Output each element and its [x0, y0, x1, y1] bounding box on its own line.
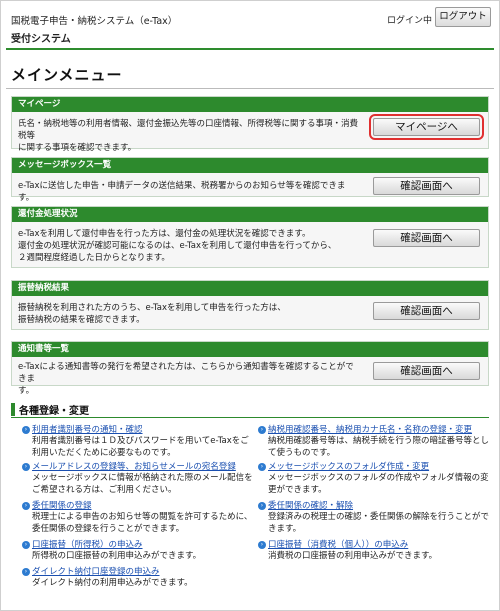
message-box-confirm-button[interactable]: 確認画面へ — [373, 177, 480, 195]
arrow-right-icon: › — [258, 541, 266, 549]
registration-item: › ダイレクト納付口座登録の申込み ダイレクト納付の利用申込みができます。 — [22, 566, 254, 590]
registration-description: メッセージボックスのフォルダの作成やフォルダ情報の変 更ができます。 — [268, 473, 489, 495]
registration-description: メッセージボックスに情報が格納された際のメール配信を ご希望される方は、ご利用くだ… — [32, 473, 253, 495]
mypage-button[interactable]: マイページへ — [369, 114, 484, 140]
arrow-right-icon: › — [22, 463, 30, 471]
section-title: マイページ — [12, 97, 488, 112]
registration-divider — [11, 417, 489, 418]
section-description: e-Taxを利用して還付申告を行った方は、還付金の処理状況を確認できます。 還付… — [18, 228, 358, 264]
registration-description: 登録済みの税理士の確認・委任関係の解除を行うことがで きます。 — [268, 512, 490, 534]
heading-bar — [11, 403, 15, 416]
description-line: 氏名・納税地等の利用者情報、還付金振込先等の口座情報、所得税等に関する事項・消費… — [18, 119, 359, 141]
registration-description: 納税用確認番号等は、納税手続を行う際の暗証番号等とし て使うものです。 — [268, 436, 490, 458]
section-title: 通知書等一覧 — [12, 342, 488, 357]
header: 国税電子申告・納税システム（e-Tax） 受付システム ログイン中 ログアウト — [0, 0, 500, 50]
registration-description: 消費税の口座振替の利用申込みができます。 — [268, 551, 438, 561]
registration-description: 利用者識別番号は１Ｄ及びパスワードを用いてe-Taxをご 利用いただくために必要な… — [32, 436, 249, 458]
registration-description: 税理士による申告のお知らせ等の閲覧を許可するために、 委任関係の登録を行うことがで… — [32, 512, 253, 534]
system-name: 国税電子申告・納税システム（e-Tax） — [11, 16, 178, 27]
registration-title: 各種登録・変更 — [19, 406, 89, 417]
section-mypage: マイページ 氏名・納税地等の利用者情報、還付金振込先等の口座情報、所得税等に関す… — [11, 96, 489, 153]
login-status: ログイン中 — [387, 16, 433, 26]
payment-pin-link[interactable]: › 納税用確認番号、納税用カナ氏名・名称の登録・変更 — [258, 424, 490, 436]
registration-description: 所得税の口座振替の利用申込みができます。 — [32, 551, 202, 561]
arrow-right-icon: › — [258, 463, 266, 471]
arrow-right-icon: › — [258, 426, 266, 434]
section-transfer-result: 振替納税結果 振替納税を利用された方のうち、e-Taxを利用して申告を行った方は… — [11, 280, 489, 330]
delegation-check-link[interactable]: › 委任関係の確認・解除 — [258, 500, 490, 512]
registration-item: › 口座振替（所得税）の申込み 所得税の口座振替の利用申込みができます。 — [22, 539, 254, 563]
registration-item: › 利用者識別番号の通知・確認 利用者識別番号は１Ｄ及びパスワードを用いてe-Ta… — [22, 424, 254, 459]
section-description: e-Taxによる通知書等の発行を希望された方は、こちらから通知書等を確認すること… — [18, 361, 358, 397]
arrow-right-icon: › — [22, 426, 30, 434]
user-id-notice-link[interactable]: › 利用者識別番号の通知・確認 — [22, 424, 254, 436]
section-description: 振替納税を利用された方のうち、e-Taxを利用して申告を行った方は、 振替納税の… — [18, 302, 358, 326]
income-tax-debit-link[interactable]: › 口座振替（所得税）の申込み — [22, 539, 254, 551]
description-line: ２週間程度経過した日からとなります。 — [18, 253, 170, 263]
section-description: 氏名・納税地等の利用者情報、還付金振込先等の口座情報、所得税等に関する事項・消費… — [18, 118, 358, 154]
registration-header: 各種登録・変更 — [11, 402, 489, 418]
direct-payment-link[interactable]: › ダイレクト納付口座登録の申込み — [22, 566, 254, 578]
header-divider — [6, 48, 494, 50]
registration-item: › 納税用確認番号、納税用カナ氏名・名称の登録・変更 納税用確認番号等は、納税手続… — [258, 424, 490, 459]
consumption-tax-debit-link[interactable]: › 口座振替（消費税（個人））の申込み — [258, 539, 490, 551]
refund-status-confirm-button[interactable]: 確認画面へ — [373, 229, 480, 247]
title-divider — [6, 88, 494, 89]
description-line: e-Taxに送信した申告・申請データの送信結果、税務署からのお知らせ等を確認でき… — [18, 181, 346, 203]
description-line: 振替納税を利用された方のうち、e-Taxを利用して申告を行った方は、 — [18, 303, 286, 313]
arrow-right-icon: › — [258, 502, 266, 510]
email-registration-link[interactable]: › メールアドレスの登録等、お知らせメールの宛名登録 — [22, 461, 254, 473]
subsystem-name: 受付システム — [11, 34, 71, 45]
description-line: に関する事項を確認できます。 — [18, 143, 137, 153]
registration-item: › 口座振替（消費税（個人））の申込み 消費税の口座振替の利用申込みができます。 — [258, 539, 490, 563]
description-line: す。 — [18, 386, 35, 396]
registration-item: › 委任関係の確認・解除 登録済みの税理士の確認・委任関係の解除を行うことがで きま… — [258, 500, 490, 535]
description-line: e-Taxを利用して還付申告を行った方は、還付金の処理状況を確認できます。 — [18, 229, 311, 239]
arrow-right-icon: › — [22, 502, 30, 510]
section-title: メッセージボックス一覧 — [12, 158, 488, 173]
description-line: e-Taxによる通知書等の発行を希望された方は、こちらから通知書等を確認すること… — [18, 362, 354, 384]
section-title: 還付金処理状況 — [12, 207, 488, 222]
logout-button[interactable]: ログアウト — [435, 7, 491, 27]
section-refund-status: 還付金処理状況 e-Taxを利用して還付申告を行った方は、還付金の処理状況を確認… — [11, 206, 489, 268]
registration-item: › 委任関係の登録 税理士による申告のお知らせ等の閲覧を許可するために、 委任関係の… — [22, 500, 254, 535]
delegation-registration-link[interactable]: › 委任関係の登録 — [22, 500, 254, 512]
arrow-right-icon: › — [22, 541, 30, 549]
section-notices: 通知書等一覧 e-Taxによる通知書等の発行を希望された方は、こちらから通知書等… — [11, 341, 489, 396]
message-folder-link[interactable]: › メッセージボックスのフォルダ作成・変更 — [258, 461, 490, 473]
arrow-right-icon: › — [22, 568, 30, 576]
description-line: 還付金の処理状況が確認可能になるのは、e-Taxを利用して還付申告を行ってから、 — [18, 241, 337, 251]
registration-item: › メッセージボックスのフォルダ作成・変更 メッセージボックスのフォルダの作成やフ… — [258, 461, 490, 496]
registration-description: ダイレクト納付の利用申込みができます。 — [32, 578, 193, 588]
description-line: 振替納税の結果を確認できます。 — [18, 315, 145, 325]
notices-confirm-button[interactable]: 確認画面へ — [373, 362, 480, 380]
section-title: 振替納税結果 — [12, 281, 488, 296]
section-message-box: メッセージボックス一覧 e-Taxに送信した申告・申請データの送信結果、税務署か… — [11, 157, 489, 203]
transfer-result-confirm-button[interactable]: 確認画面へ — [373, 302, 480, 320]
page-title: メインメニュー — [11, 66, 123, 84]
section-description: e-Taxに送信した申告・申請データの送信結果、税務署からのお知らせ等を確認でき… — [18, 180, 358, 204]
registration-item: › メールアドレスの登録等、お知らせメールの宛名登録 メッセージボックスに情報が格… — [22, 461, 254, 496]
